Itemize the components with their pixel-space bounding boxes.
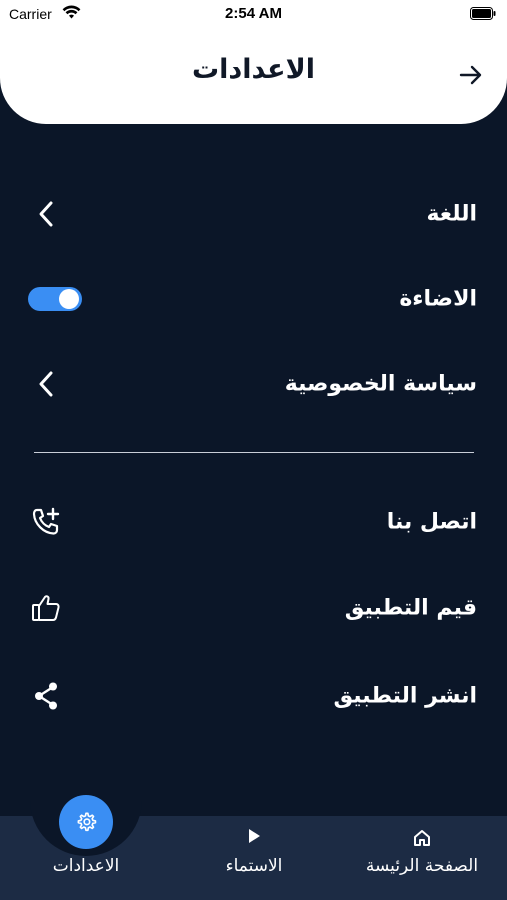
thumbs-up-icon bbox=[28, 590, 64, 626]
privacy-label: سياسة الخصوصية bbox=[284, 371, 477, 397]
contact-label: اتصل بنا bbox=[386, 509, 477, 535]
status-time: 2:54 AM bbox=[225, 5, 282, 22]
nav-item-settings[interactable]: الاعدادات bbox=[11, 822, 161, 882]
lighting-label: الاضاءة bbox=[399, 286, 477, 312]
status-bar: Carrier 2:54 AM bbox=[0, 0, 507, 30]
nav-label-settings: الاعدادات bbox=[52, 856, 120, 876]
play-icon bbox=[179, 828, 329, 848]
arrow-right-icon bbox=[459, 65, 482, 85]
settings-row-privacy[interactable]: سياسة الخصوصية bbox=[0, 356, 507, 412]
section-divider bbox=[34, 452, 474, 453]
phone-add-icon bbox=[28, 504, 64, 540]
nav-label-listen: الاستماء bbox=[225, 856, 283, 876]
chevron-left-icon bbox=[28, 196, 64, 232]
toggle-knob bbox=[59, 289, 79, 309]
language-label: اللغة bbox=[426, 201, 477, 227]
chevron-left-icon bbox=[28, 366, 64, 402]
settings-row-share[interactable]: انشر التطبيق bbox=[0, 668, 507, 724]
battery-icon bbox=[470, 7, 496, 20]
rate-label: قيم التطبيق bbox=[344, 595, 477, 621]
app-header: Carrier 2:54 AM الاعدادات bbox=[0, 0, 507, 124]
home-icon bbox=[347, 828, 497, 848]
share-icon bbox=[28, 678, 64, 714]
nav-label-home: الصفحة الرئيسة bbox=[365, 856, 479, 876]
settings-row-lighting: الاضاءة bbox=[0, 271, 507, 327]
page-title: الاعدادات bbox=[192, 54, 315, 85]
settings-row-contact[interactable]: اتصل بنا bbox=[0, 494, 507, 550]
settings-row-rate[interactable]: قيم التطبيق bbox=[0, 580, 507, 636]
nav-item-home[interactable]: الصفحة الرئيسة bbox=[347, 822, 497, 882]
back-button[interactable] bbox=[452, 56, 490, 94]
settings-row-language[interactable]: اللغة bbox=[0, 186, 507, 242]
nav-item-listen[interactable]: الاستماء bbox=[179, 822, 329, 882]
lighting-toggle[interactable] bbox=[28, 287, 82, 311]
share-label: انشر التطبيق bbox=[333, 683, 477, 709]
